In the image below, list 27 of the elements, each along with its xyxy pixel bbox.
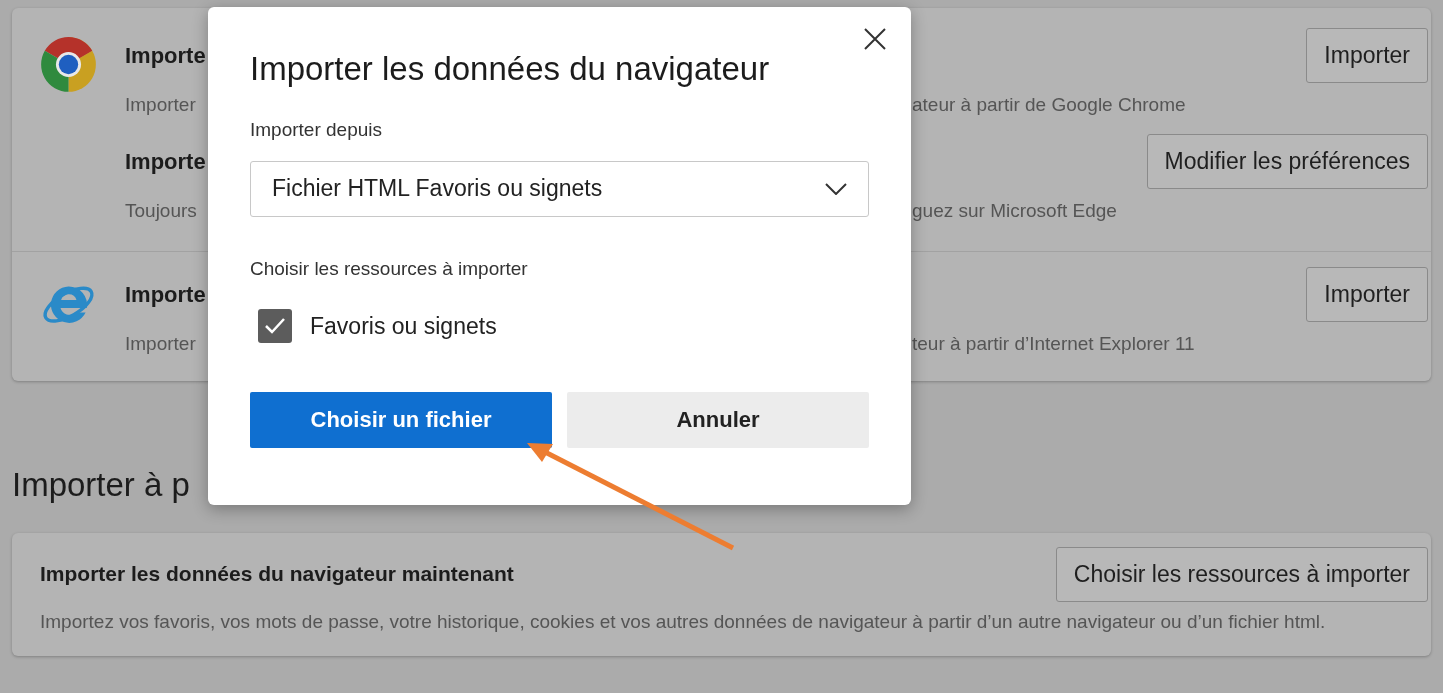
- checkbox-label: Favoris ou signets: [310, 312, 497, 341]
- import-button[interactable]: Choisir les ressources à importer: [1055, 546, 1428, 602]
- setting-description: Importer: [125, 93, 197, 117]
- setting-title: Importe: [125, 42, 205, 70]
- card-title: Importer les données du navigateur maintenant: [40, 561, 514, 588]
- card-description: Importez vos favoris, vos mots de passe, votre historique, cookies et vos autres données de navigateur à partir d’un autre navigateur ou d’un fichier html.: [40, 609, 1327, 634]
- source-dropdown[interactable]: Fichier HTML Favoris ou signets: [250, 160, 869, 217]
- dialog-title: Importer les données du navigateur: [250, 49, 771, 89]
- setting-title: Importe: [125, 147, 205, 176]
- field-label: Choisir les ressources à importer: [250, 256, 529, 281]
- field-label: Importer depuis: [250, 118, 383, 142]
- cancel-button[interactable]: Annuler: [567, 391, 869, 448]
- setting-description: Importer: [125, 332, 197, 356]
- section-heading: Importer à p: [12, 464, 191, 505]
- import-button[interactable]: Importer: [1306, 267, 1428, 322]
- setting-description: Toujours: [125, 198, 198, 223]
- import-button[interactable]: Importer: [1306, 28, 1428, 83]
- setting-description: guez sur Microsoft Edge: [912, 198, 1117, 223]
- choose-file-button[interactable]: Choisir un fichier: [250, 391, 552, 448]
- setting-title: Importe: [125, 281, 205, 309]
- setting-description: teur à partir d’Internet Explorer 11: [912, 332, 1195, 356]
- checkbox[interactable]: [258, 309, 292, 344]
- checkmark-icon: [264, 317, 286, 336]
- import-button[interactable]: Modifier les préférences: [1146, 133, 1428, 189]
- chrome-logo-icon: [40, 36, 97, 93]
- setting-description: ateur à partir de Google Chrome: [912, 93, 1186, 117]
- chevron-down-icon: [825, 182, 847, 195]
